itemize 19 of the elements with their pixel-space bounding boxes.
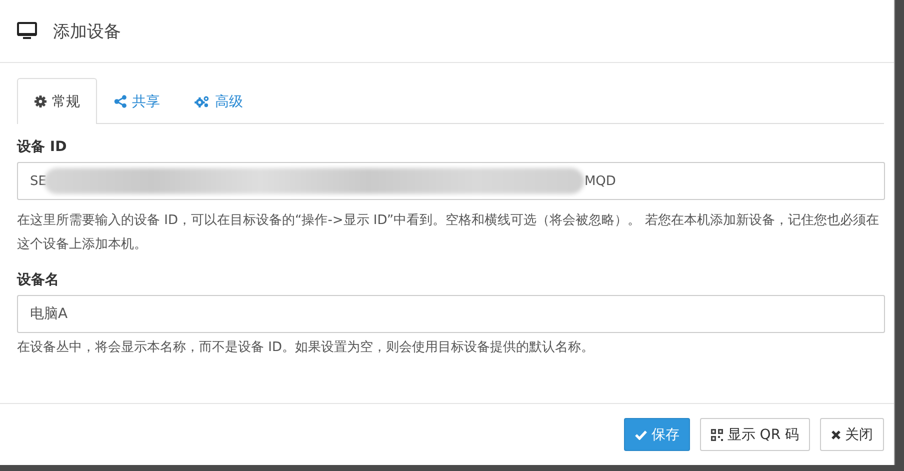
tab[interactable]: 共享 [97, 78, 177, 124]
field-label: 设备 ID [17, 138, 68, 156]
close-button[interactable]: 关闭 [820, 418, 884, 451]
tab[interactable]: 常规 [17, 78, 97, 124]
help-text: 在设备丛中，将会显示本名称，而不是设备 ID。如果设置为空，则会使用目标设备提供的默认名称。 [17, 339, 595, 357]
check-icon [635, 430, 648, 440]
qrcode-icon [711, 428, 724, 440]
help-text: 在这里所需要输入的设备 ID，可以在目标设备的“操作->显示 ID”中看到。空格和横线可选（将会被忽略）。 若您在本机添加新设备，记住您也必须在这个设备上添加本机。 [17, 212, 879, 254]
gears-icon [194, 95, 210, 108]
input-field[interactable]: SE MQD [17, 162, 885, 200]
dialog-title: 添加设备 [53, 20, 121, 42]
gear-icon [34, 95, 47, 108]
tab[interactable]: 高级 [177, 78, 260, 124]
qr-button[interactable]: 显示 QR 码 [700, 418, 810, 451]
share-icon [114, 95, 127, 108]
input-field[interactable]: 电脑A [17, 295, 885, 333]
close-icon [831, 430, 841, 440]
monitor-icon [17, 22, 37, 40]
field-label: 设备名 [17, 271, 60, 289]
